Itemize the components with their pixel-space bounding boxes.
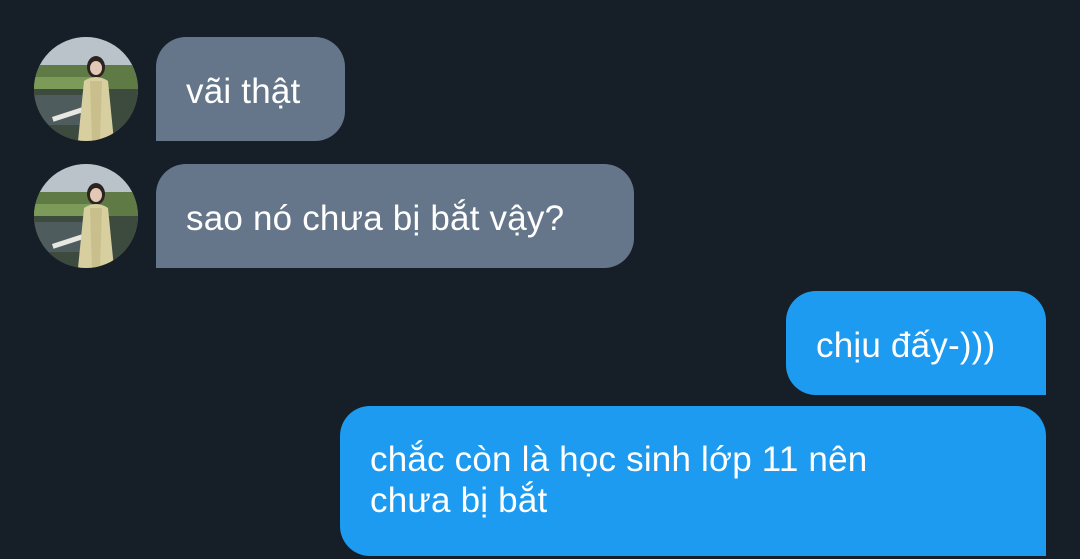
contact-avatar[interactable]: [34, 164, 138, 268]
outgoing-message-bubble[interactable]: chắc còn là học sinh lớp 11 nên chưa bị …: [340, 406, 1046, 556]
message-text: vãi thật: [186, 72, 301, 111]
message-text-line: chắc còn là học sinh lớp 11 nên: [370, 440, 868, 479]
incoming-message-bubble[interactable]: vãi thật: [156, 37, 345, 141]
incoming-message-bubble[interactable]: sao nó chưa bị bắt vậy?: [156, 164, 634, 268]
message-text-line: chưa bị bắt: [370, 481, 548, 520]
message-text: sao nó chưa bị bắt vậy?: [186, 199, 565, 238]
contact-avatar[interactable]: [34, 37, 138, 141]
chat-thread: vãi thật sao nó chưa bị bắt vậy? chịu đấ…: [0, 0, 1080, 559]
avatar-photo: [34, 37, 138, 141]
message-text: chịu đấy-))): [816, 326, 996, 365]
outgoing-message-bubble[interactable]: chịu đấy-))): [786, 291, 1046, 395]
avatar-photo: [34, 164, 138, 268]
